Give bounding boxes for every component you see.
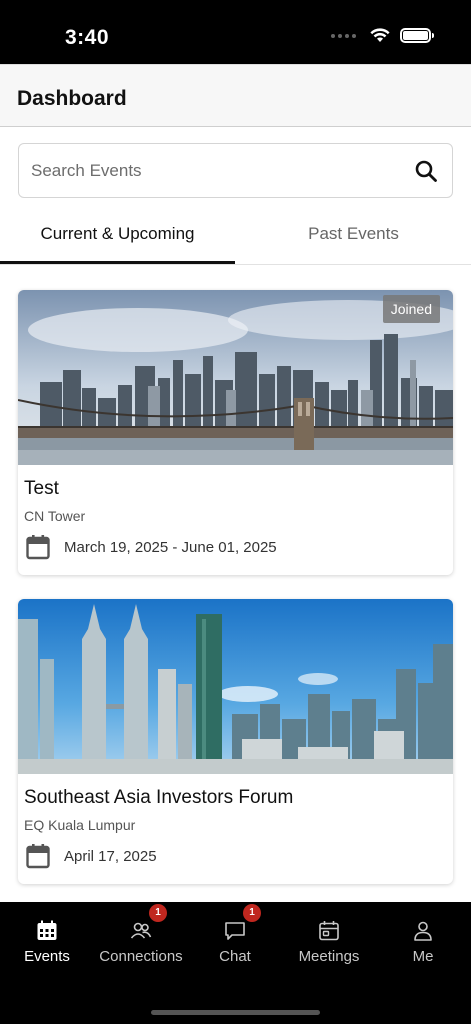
search-box[interactable] xyxy=(18,143,453,198)
tab-past-events[interactable]: Past Events xyxy=(236,210,471,264)
tabbar-label: Events xyxy=(24,948,70,965)
search-icon[interactable] xyxy=(414,159,438,183)
battery-icon xyxy=(400,28,434,43)
tabbar-item-events[interactable]: Events xyxy=(0,902,94,972)
event-title: Test xyxy=(24,478,59,499)
event-card[interactable]: Joined Test CN Tower March 19, 2025 - Ju… xyxy=(18,290,453,575)
calendar-icon xyxy=(26,535,50,560)
tabbar-item-chat[interactable]: 1 Chat xyxy=(188,902,282,972)
notification-badge: 1 xyxy=(149,904,167,922)
event-location: CN Tower xyxy=(24,508,86,524)
people-icon xyxy=(130,922,152,939)
event-card[interactable]: Southeast Asia Investors Forum EQ Kuala … xyxy=(18,599,453,884)
tabbar-label: Meetings xyxy=(298,948,360,965)
event-date-row: April 17, 2025 xyxy=(26,843,157,869)
status-bar: 3:40 xyxy=(0,0,471,64)
event-location: EQ Kuala Lumpur xyxy=(24,817,136,833)
calendar-icon xyxy=(26,844,50,869)
person-icon xyxy=(414,921,432,941)
tabbar-item-connections[interactable]: 1 Connections xyxy=(94,902,188,972)
calendar-grid-icon xyxy=(37,920,57,940)
tabbar-label: Me xyxy=(412,948,434,965)
tabbar-item-meetings[interactable]: Meetings xyxy=(282,902,376,972)
event-date-row: March 19, 2025 - June 01, 2025 xyxy=(26,534,277,560)
event-tabs: Current & Upcoming Past Events xyxy=(0,210,471,265)
event-dates: April 17, 2025 xyxy=(64,847,157,865)
event-title: Southeast Asia Investors Forum xyxy=(24,787,294,808)
search-input[interactable] xyxy=(31,144,401,197)
tabbar-item-me[interactable]: Me xyxy=(376,902,470,972)
home-indicator[interactable] xyxy=(151,1010,320,1015)
wifi-icon xyxy=(370,28,390,42)
signal-icon xyxy=(331,33,356,38)
tabbar-label: Chat xyxy=(219,948,251,965)
tab-current-upcoming[interactable]: Current & Upcoming xyxy=(0,210,235,264)
notification-badge: 1 xyxy=(243,904,261,922)
page-title: Dashboard xyxy=(17,87,127,110)
tabbar-label: Connections xyxy=(99,948,183,965)
joined-badge: Joined xyxy=(382,295,440,323)
chat-bubble-icon xyxy=(225,922,245,940)
event-image-skyline: Joined xyxy=(18,290,453,465)
event-image-towers xyxy=(18,599,453,774)
event-dates: March 19, 2025 - June 01, 2025 xyxy=(64,538,277,556)
bottom-tab-bar: Events 1 Connections 1 Chat Meetings Me xyxy=(0,902,471,1024)
status-time: 3:40 xyxy=(65,26,110,49)
status-icons xyxy=(331,28,434,43)
app-header: Dashboard xyxy=(0,64,471,127)
meeting-calendar-icon xyxy=(319,921,339,941)
